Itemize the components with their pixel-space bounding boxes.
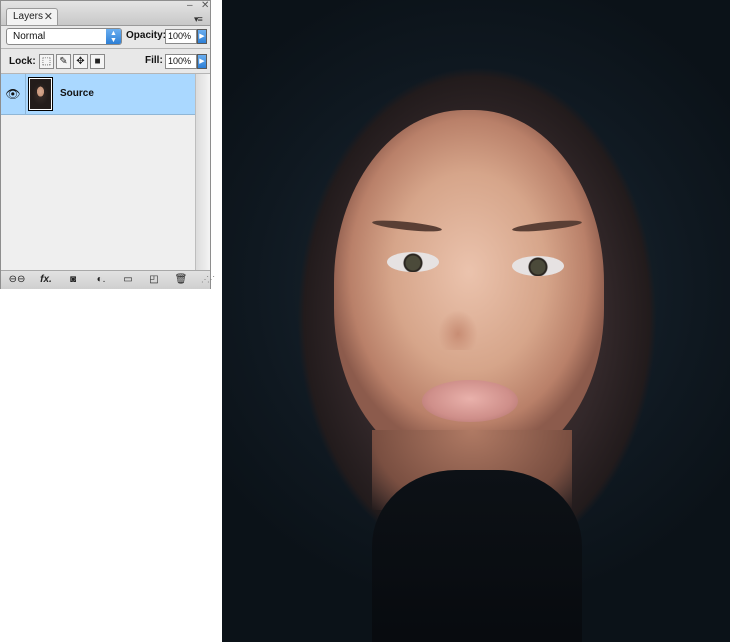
lock-position-icon[interactable]: ✥	[73, 54, 88, 69]
panel-close-icon[interactable]: ✕	[201, 1, 209, 11]
new-layer-icon[interactable]: ◰	[144, 273, 164, 287]
layers-scrollbar[interactable]	[195, 74, 210, 270]
portrait-eye-right	[512, 256, 564, 276]
portrait-turtleneck	[372, 470, 582, 642]
blend-mode-value: Normal	[13, 31, 46, 42]
opacity-slider-button[interactable]: ▶	[197, 29, 207, 44]
add-mask-icon[interactable]: ◙	[63, 273, 83, 287]
layer-row-source[interactable]: 👁 Source	[1, 74, 195, 115]
tab-label: Layers	[13, 11, 44, 22]
portrait-eye-left	[387, 252, 439, 272]
divider	[1, 48, 210, 49]
new-group-icon[interactable]: ▭	[118, 273, 138, 287]
layer-name[interactable]: Source	[60, 88, 94, 99]
link-layers-icon[interactable]: ⊖⊖	[7, 273, 27, 287]
portrait-lips	[422, 380, 518, 422]
delete-layer-icon[interactable]: 🗑	[171, 273, 191, 287]
lock-all-icon[interactable]: ■	[90, 54, 105, 69]
fill-field[interactable]: 100%	[165, 54, 197, 69]
lock-fill-row: Lock: ⬚ ✎ ✥ ■ Fill: 100% ▶	[1, 50, 210, 72]
adjustment-layer-icon[interactable]: ◐.	[91, 273, 111, 287]
fill-slider-button[interactable]: ▶	[197, 54, 207, 69]
portrait-nose	[438, 310, 478, 350]
fill-label: Fill:	[145, 55, 163, 66]
document-canvas[interactable]	[222, 0, 730, 642]
lock-label: Lock:	[9, 56, 36, 67]
tab-layers[interactable]: Layers ✕	[6, 8, 58, 25]
opacity-field[interactable]: 100%	[165, 29, 197, 44]
eye-icon[interactable]: 👁	[4, 85, 22, 103]
blend-mode-select[interactable]: Normal ▲ ▼	[6, 28, 122, 45]
layers-list: 👁 Source	[1, 74, 195, 270]
opacity-label: Opacity:	[126, 30, 167, 41]
updown-arrows-icon: ▲ ▼	[106, 29, 121, 44]
divider	[25, 74, 26, 115]
lock-transparency-icon[interactable]: ⬚	[39, 54, 54, 69]
panel-menu-icon[interactable]: ▾≡	[194, 14, 203, 25]
blend-opacity-row: Normal ▲ ▼ Opacity: 100% ▶	[1, 26, 210, 48]
minimize-icon[interactable]: –	[187, 1, 193, 11]
layer-thumbnail[interactable]	[28, 77, 53, 111]
close-icon[interactable]: ✕	[44, 9, 53, 25]
panel-footer: ⊖⊖ fx. ◙ ◐. ▭ ◰ 🗑 ⋰⋰	[1, 270, 215, 289]
lock-image-icon[interactable]: ✎	[56, 54, 71, 69]
resize-grip-icon[interactable]: ⋰⋰	[201, 275, 215, 284]
layers-panel: Layers ✕ – ✕ ▾≡ Normal ▲ ▼ Opacity: 100% …	[0, 0, 215, 289]
panel-tab-bar: Layers ✕ – ✕ ▾≡	[1, 1, 210, 26]
fx-icon[interactable]: fx.	[36, 273, 56, 287]
